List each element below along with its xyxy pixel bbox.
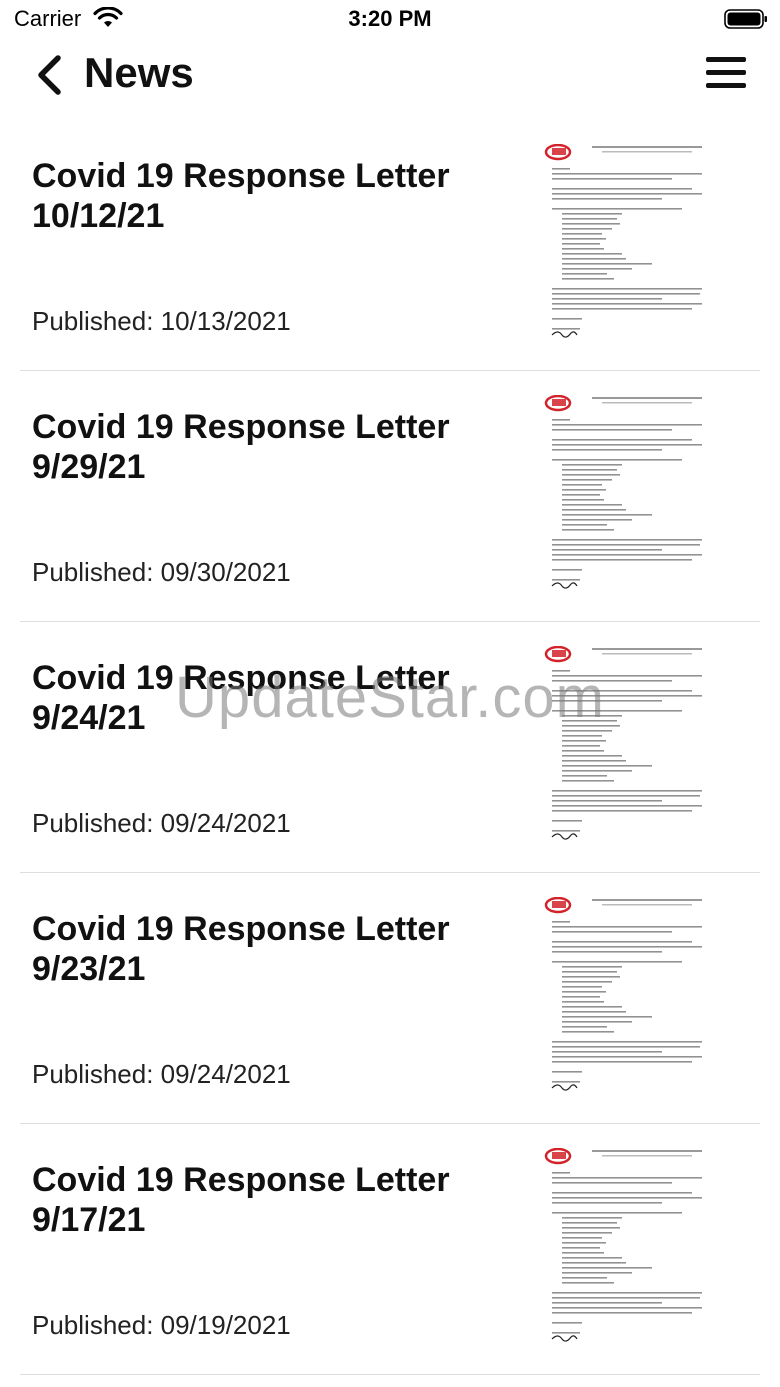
menu-button[interactable]: [700, 54, 752, 94]
letter-thumbnail: [544, 897, 720, 1097]
news-title: Covid 19 Response Letter 9/17/21: [32, 1161, 450, 1239]
navigation-bar: News: [0, 44, 780, 106]
news-item[interactable]: Covid 19 Response Letter 10/12/21 Publis…: [20, 120, 760, 371]
news-list: Covid 19 Response Letter 10/12/21 Publis…: [0, 120, 780, 1375]
hamburger-menu-icon: [706, 57, 746, 88]
news-item[interactable]: Covid 19 Response Letter 9/23/21 Publish…: [20, 873, 760, 1124]
news-title: Covid 19 Response Letter 9/24/21: [32, 659, 450, 737]
chevron-left-icon: [38, 55, 61, 95]
news-title: Covid 19 Response Letter 10/12/21: [32, 157, 450, 235]
letter-thumbnail: [544, 646, 720, 846]
news-published-date: Published: 09/19/2021: [32, 1310, 291, 1340]
news-published-date: Published: 09/24/2021: [32, 808, 291, 838]
letter-page-preview: [544, 646, 702, 840]
news-published-date: Published: 10/13/2021: [32, 306, 291, 336]
news-item[interactable]: Covid 19 Response Letter 9/29/21 Publish…: [20, 371, 760, 622]
news-title: Covid 19 Response Letter 9/29/21: [32, 408, 450, 486]
news-title: Covid 19 Response Letter 9/23/21: [32, 910, 450, 988]
page-title: News: [84, 49, 194, 96]
clock-time: 3:20 PM: [348, 6, 432, 31]
letter-thumbnail: [544, 395, 720, 595]
news-item[interactable]: Covid 19 Response Letter 9/17/21 Publish…: [20, 1124, 760, 1375]
letter-page-preview: [544, 897, 702, 1091]
news-item[interactable]: Covid 19 Response Letter 9/24/21 Publish…: [20, 622, 760, 873]
letter-thumbnail: [544, 1148, 720, 1348]
letter-page-preview: [544, 1148, 702, 1342]
battery-icon: [724, 9, 767, 29]
news-published-date: Published: 09/24/2021: [32, 1059, 291, 1089]
letter-thumbnail: [544, 144, 720, 344]
letter-page-preview: [544, 144, 702, 338]
back-button[interactable]: [30, 52, 70, 98]
letter-page-preview: [544, 395, 702, 589]
status-bar: Carrier 3:20 PM: [0, 0, 780, 40]
news-published-date: Published: 09/30/2021: [32, 557, 291, 587]
